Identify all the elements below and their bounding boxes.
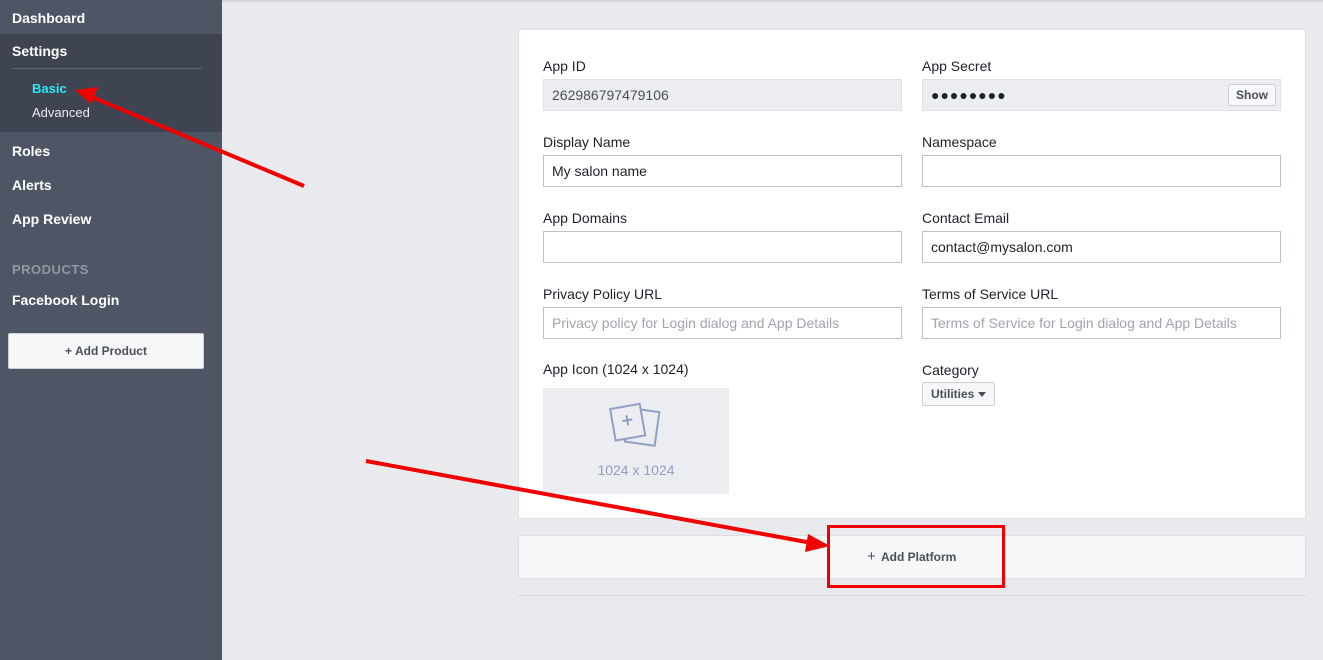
app-domains-label: App Domains bbox=[543, 210, 628, 226]
app-secret-field[interactable]: ●●●●●●●● Show bbox=[922, 79, 1281, 111]
basic-settings-card: App ID 262986797479106 App Secret ●●●●●●… bbox=[518, 29, 1306, 519]
add-product-button[interactable]: + Add Product bbox=[8, 333, 204, 369]
show-secret-button[interactable]: Show bbox=[1228, 84, 1276, 106]
bottom-divider bbox=[518, 595, 1306, 596]
namespace-field[interactable] bbox=[922, 155, 1281, 187]
top-border bbox=[222, 0, 1323, 2]
display-name-label: Display Name bbox=[543, 134, 631, 150]
app-secret-value: ●●●●●●●● bbox=[931, 87, 1007, 103]
sidebar-item-app-review[interactable]: App Review bbox=[12, 211, 91, 227]
app-domains-field[interactable] bbox=[543, 231, 902, 263]
annotation-highlight-box bbox=[827, 525, 1005, 588]
app-secret-label: App Secret bbox=[922, 58, 992, 74]
display-name-field[interactable]: My salon name bbox=[543, 155, 902, 187]
products-section-header: PRODUCTS bbox=[12, 262, 89, 277]
sidebar-item-settings[interactable]: Settings bbox=[12, 43, 67, 59]
category-dropdown[interactable]: Utilities bbox=[922, 382, 995, 406]
sidebar-item-advanced[interactable]: Advanced bbox=[32, 105, 90, 120]
divider bbox=[12, 68, 202, 69]
image-placeholder-icon bbox=[609, 402, 661, 447]
namespace-label: Namespace bbox=[922, 134, 997, 150]
terms-of-service-field[interactable]: Terms of Service for Login dialog and Ap… bbox=[922, 307, 1281, 339]
sidebar-item-facebook-login[interactable]: Facebook Login bbox=[12, 292, 119, 308]
category-value: Utilities bbox=[931, 387, 975, 401]
privacy-policy-field[interactable]: Privacy policy for Login dialog and App … bbox=[543, 307, 902, 339]
contact-email-field[interactable]: contact@mysalon.com bbox=[922, 231, 1281, 263]
app-icon-label: App Icon (1024 x 1024) bbox=[543, 361, 689, 377]
app-icon-upload[interactable]: 1024 x 1024 bbox=[543, 388, 729, 494]
sidebar: Dashboard Basic Advanced Settings Roles … bbox=[0, 0, 222, 660]
sidebar-item-roles[interactable]: Roles bbox=[12, 143, 50, 159]
app-id-label: App ID bbox=[543, 58, 586, 74]
terms-of-service-label: Terms of Service URL bbox=[922, 286, 1059, 302]
sidebar-item-alerts[interactable]: Alerts bbox=[12, 177, 52, 193]
app-icon-size-text: 1024 x 1024 bbox=[597, 462, 675, 478]
category-label: Category bbox=[922, 362, 979, 378]
chevron-down-icon bbox=[978, 392, 986, 397]
app-id-field[interactable]: 262986797479106 bbox=[543, 79, 902, 111]
sidebar-item-basic[interactable]: Basic bbox=[32, 81, 67, 96]
sidebar-item-dashboard[interactable]: Dashboard bbox=[12, 10, 85, 26]
contact-email-label: Contact Email bbox=[922, 210, 1010, 226]
privacy-policy-label: Privacy Policy URL bbox=[543, 286, 663, 302]
